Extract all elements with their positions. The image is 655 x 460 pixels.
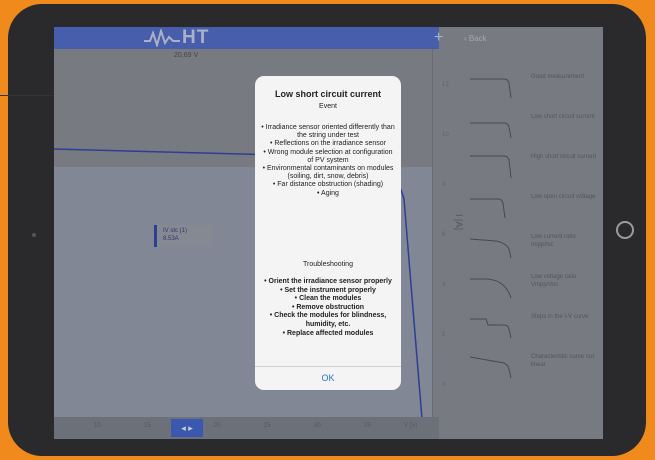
action-item: • Orient the irradiance sensor properly	[264, 278, 392, 285]
cause-item: • Wrong module selection at configuratio…	[263, 148, 393, 164]
screen: HT + 20,69 V 12 10 8 6 4 2 0 I [A] IV st…	[54, 27, 603, 439]
action-item: • Replace affected modules	[282, 329, 374, 337]
action-item: • Set the instrument properly	[280, 286, 376, 294]
cause-item: • Reflections on the irradiance sensor	[269, 140, 387, 148]
event-heading: Event	[319, 103, 337, 110]
dialog-title: Low short circuit current	[274, 89, 381, 99]
cause-list: • Irradiance sensor oriented differently…	[261, 124, 395, 198]
cause-item: • Environmental contaminants on modules …	[262, 165, 394, 181]
cause-item: • Irradiance sensor oriented differently…	[261, 124, 395, 140]
ok-button[interactable]: OK	[255, 373, 401, 383]
callout-line	[0, 95, 55, 96]
cause-item: • Aging	[317, 189, 339, 197]
action-item: • Clean the modules	[294, 295, 362, 303]
troubleshooting-heading: Troubleshooting	[303, 261, 353, 268]
camera-dot	[32, 233, 36, 237]
alert-dialog: Low short circuit current Event • Irradi…	[255, 76, 401, 390]
cause-item: • Far distance obstruction (shading)	[272, 181, 384, 189]
dialog-divider	[255, 366, 401, 367]
home-button	[616, 221, 634, 239]
action-item: • Remove obstruction	[291, 303, 365, 311]
action-list: • Orient the irradiance sensor properly …	[261, 278, 395, 338]
action-item: • Check the modules for blindness, humid…	[269, 312, 387, 328]
